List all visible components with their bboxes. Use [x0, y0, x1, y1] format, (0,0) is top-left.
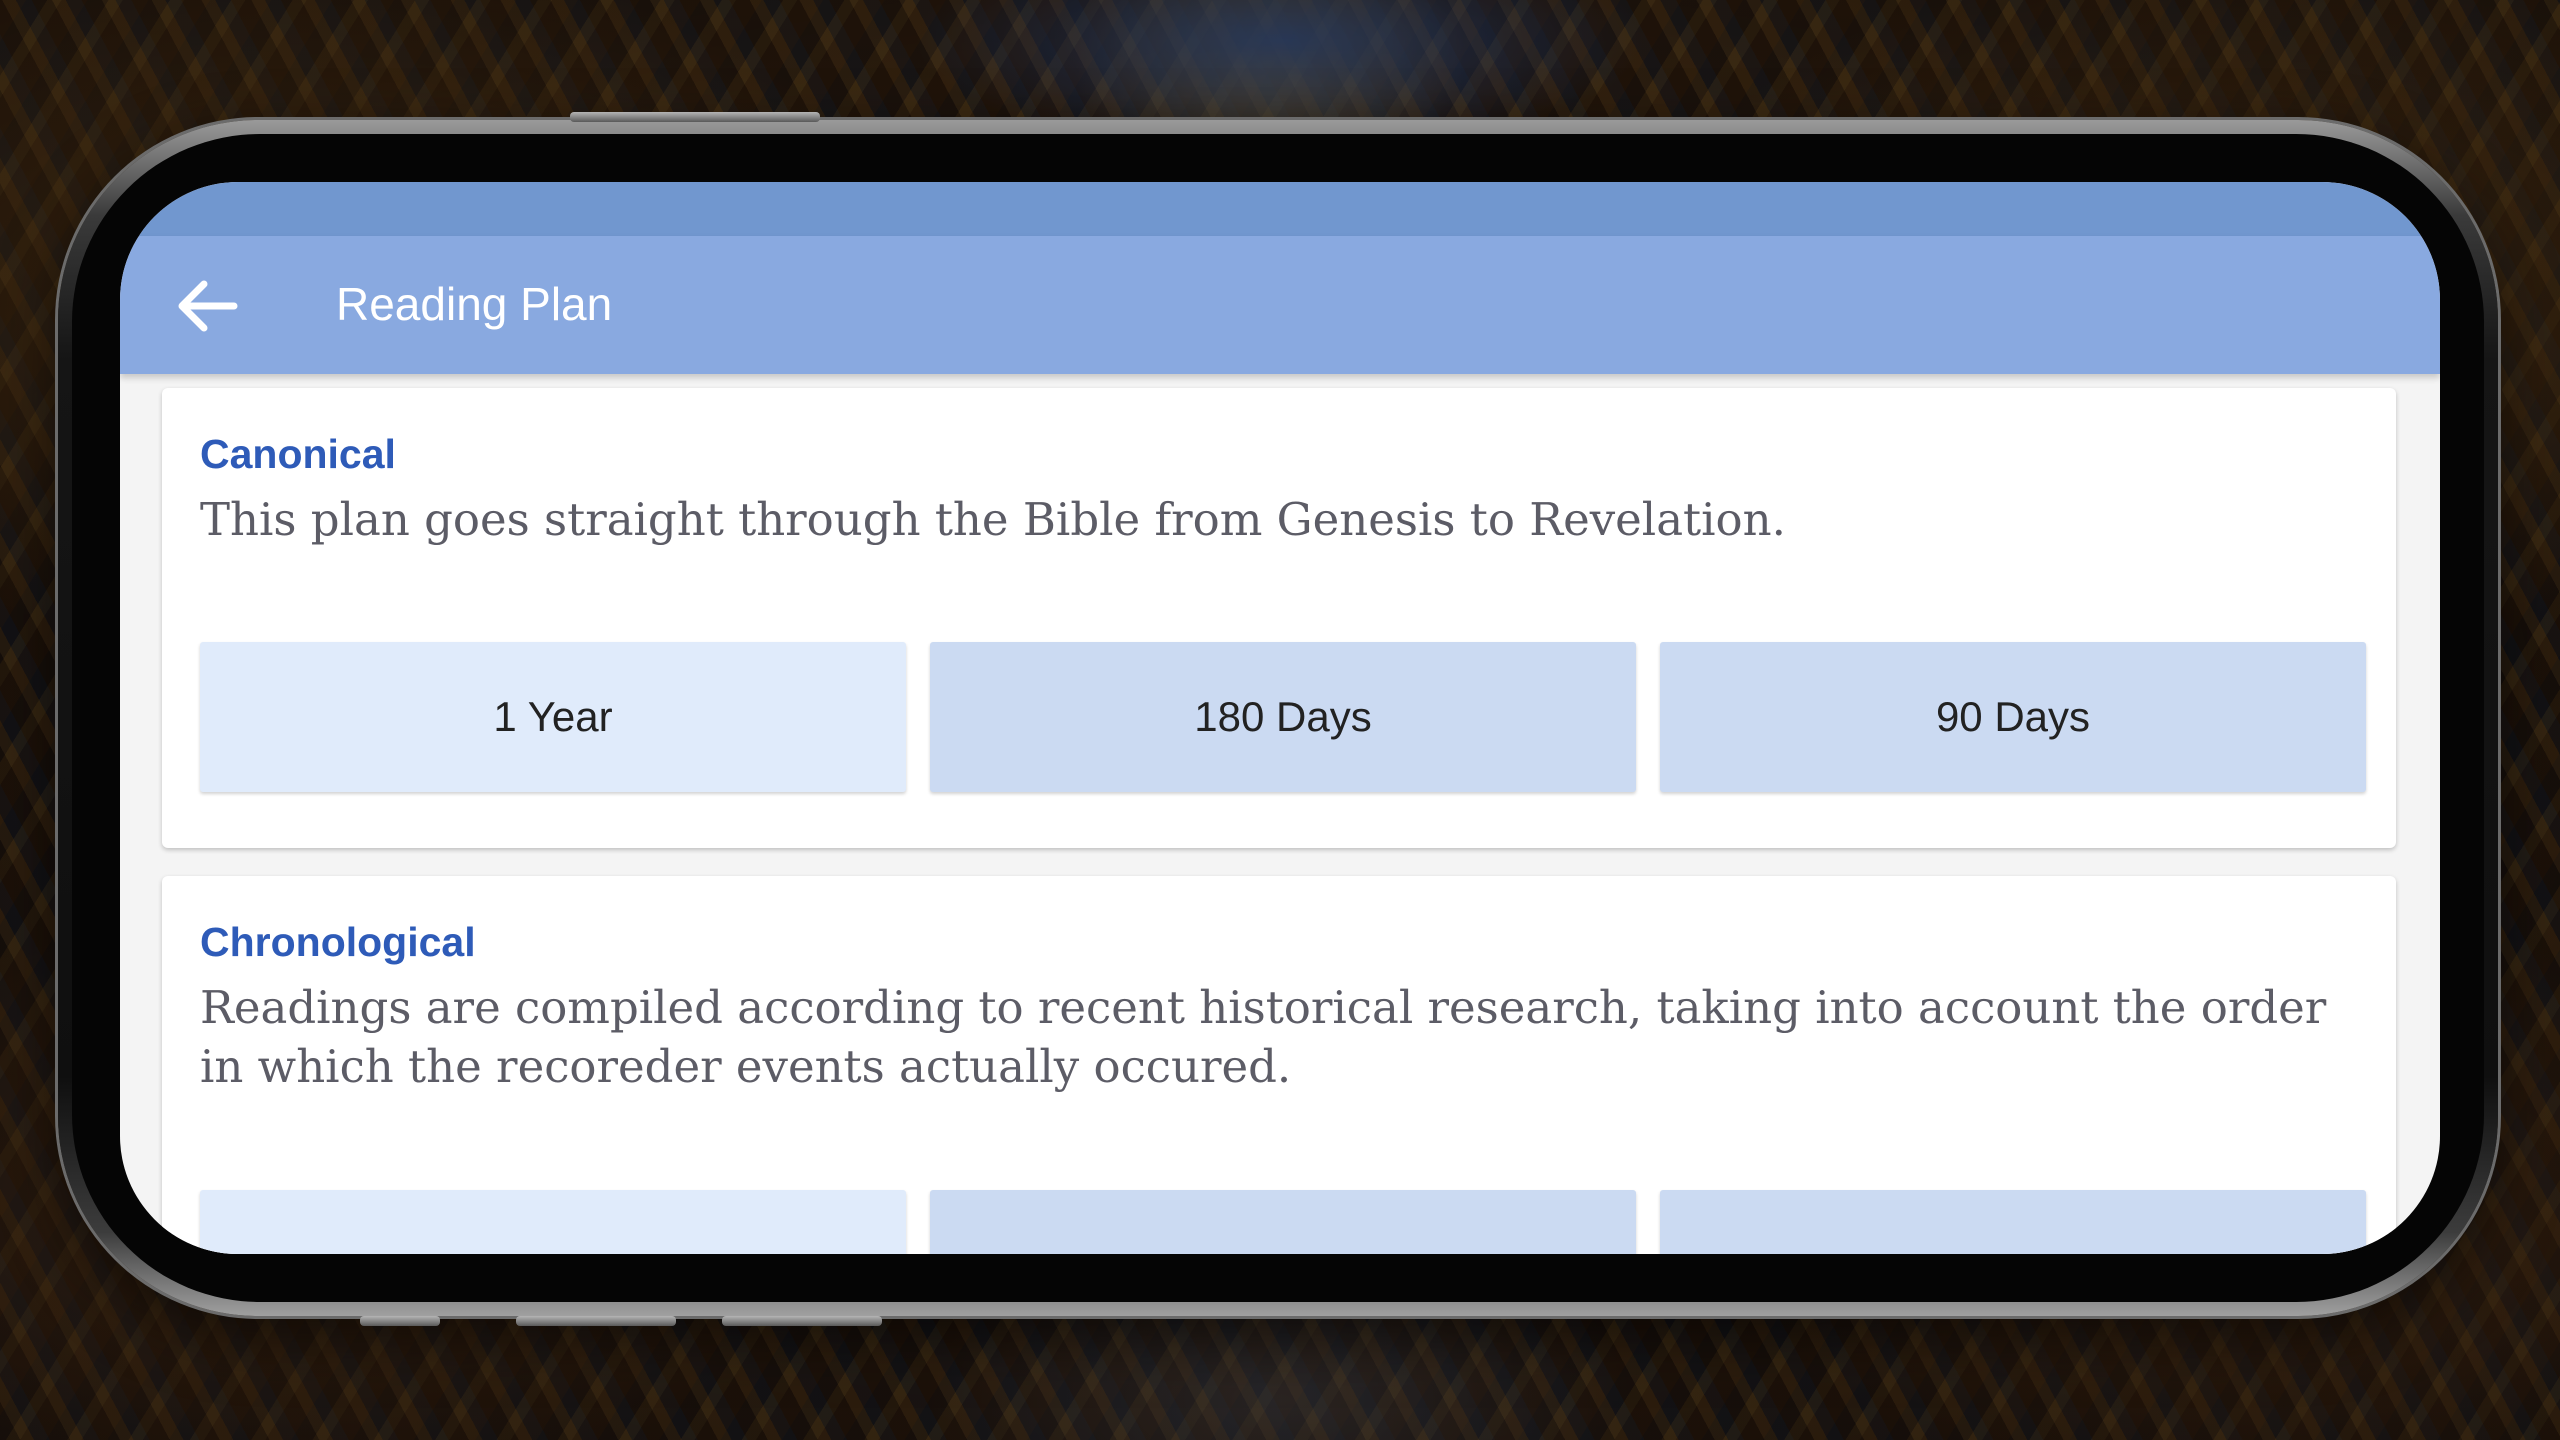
page-title: Reading Plan [336, 278, 613, 330]
plan-description: Readings are compiled according to recen… [200, 981, 2327, 1093]
plan-title: Chronological [200, 919, 476, 965]
plan-duration-options: 1 Year 180 Days 90 Days [200, 642, 2366, 792]
plan-duration-options [200, 1190, 2366, 1254]
option-button[interactable] [930, 1190, 1636, 1254]
back-button[interactable] [170, 266, 250, 346]
arrow-back-icon [178, 280, 238, 332]
phone-volume-up-button [360, 1316, 440, 1326]
plan-card-chronological: Chronological Readings are compiled acco… [162, 876, 2396, 1254]
option-button[interactable] [200, 1190, 906, 1254]
option-button[interactable] [1660, 1190, 2366, 1254]
phone-mute-switch [722, 1316, 882, 1326]
phone-power-button [570, 112, 820, 122]
option-90-days-button[interactable]: 90 Days [1660, 642, 2366, 792]
plan-card-canonical: Canonical This plan goes straight throug… [162, 388, 2396, 848]
option-180-days-button[interactable]: 180 Days [930, 642, 1636, 792]
option-1-year-button[interactable]: 1 Year [200, 642, 906, 792]
phone-volume-down-button [516, 1316, 676, 1326]
plan-description: This plan goes straight through the Bibl… [200, 493, 1786, 546]
phone-screen: Reading Plan Canonical This plan goes st… [120, 182, 2440, 1254]
plan-title: Canonical [200, 431, 396, 477]
app-bar: Reading Plan [120, 236, 2440, 374]
status-bar [120, 182, 2440, 236]
